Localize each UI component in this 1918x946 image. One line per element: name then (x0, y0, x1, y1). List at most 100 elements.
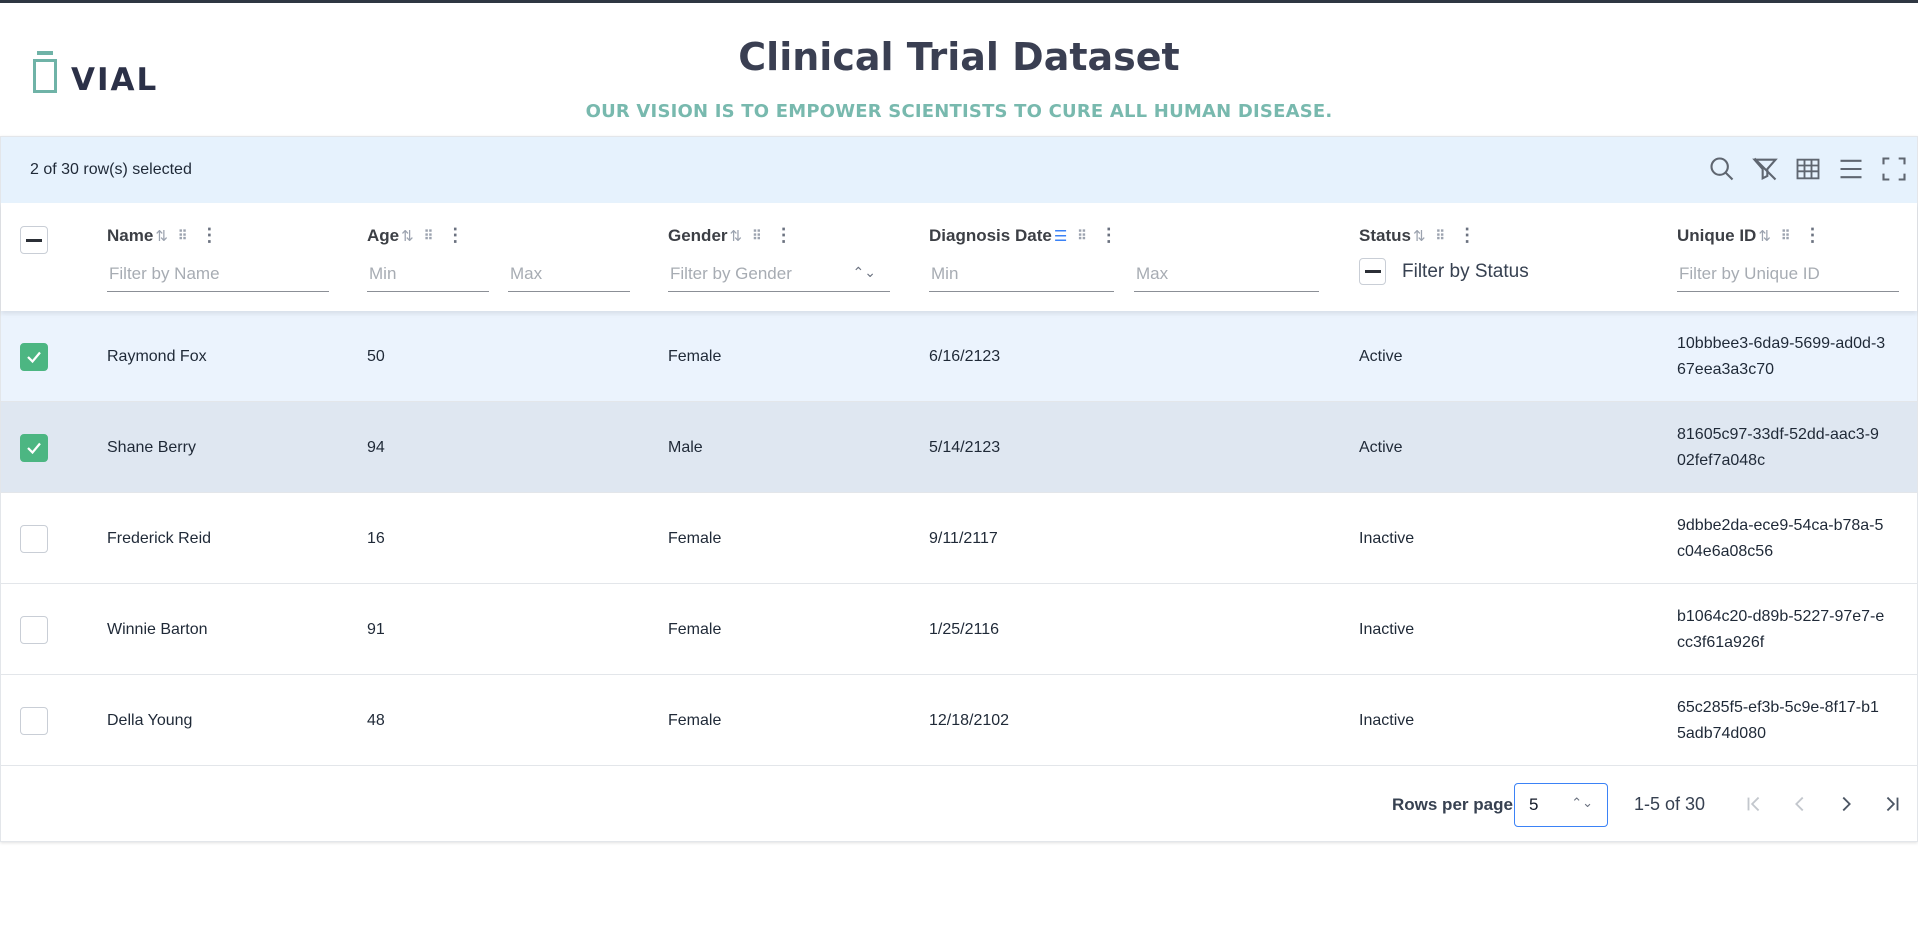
cell-gender: Female (668, 529, 722, 547)
column-diagnosis-date: Diagnosis Date ☰ ⠿ ⋮ Min Max (929, 203, 1324, 311)
cell-diagnosis-date: 12/18/2102 (929, 711, 1010, 729)
column-header-name[interactable]: Name (107, 226, 153, 246)
row-checkbox[interactable] (20, 342, 48, 371)
cell-diagnosis-date: 6/16/2123 (929, 347, 1001, 365)
page-header: VIAL Clinical Trial Dataset OUR VISION I… (0, 3, 1918, 135)
cell-name: Raymond Fox (107, 347, 207, 365)
first-page-icon[interactable] (1739, 789, 1769, 819)
column-header-gender[interactable]: Gender (668, 226, 728, 246)
select-all-column (20, 203, 60, 311)
data-table: 2 of 30 row(s) selected Name ⇅ ⠿ ⋮ Filte… (0, 136, 1918, 842)
cell-name: Frederick Reid (107, 529, 212, 547)
sort-desc-icon[interactable]: ☰ (1054, 227, 1067, 245)
name-filter-input[interactable]: Filter by Name (107, 258, 329, 292)
row-checkbox[interactable] (20, 615, 48, 644)
previous-page-icon[interactable] (1785, 789, 1815, 819)
cell-unique-id: 65c285f5-ef3b-5c9e-8f17-b15adb74d080 (1677, 699, 1879, 742)
rows-per-page-label: Rows per page (1392, 795, 1513, 814)
sort-icon[interactable]: ⇅ (1413, 227, 1426, 245)
cell-name: Winnie Barton (107, 620, 208, 638)
drag-handle-icon[interactable]: ⠿ (1781, 228, 1790, 244)
cell-gender: Female (668, 347, 722, 365)
column-header-age[interactable]: Age (367, 226, 399, 246)
cell-unique-id: b1064c20-d89b-5227-97e7-ecc3f61a926f (1677, 608, 1885, 651)
search-icon[interactable] (1707, 154, 1737, 184)
column-unique-id: Unique ID ⇅ ⠿ ⋮ Filter by Unique ID (1677, 203, 1902, 311)
table-footer: Rows per page 5 ⌃⌄ 1-5 of 30 (1, 771, 1917, 841)
column-menu-icon[interactable]: ⋮ (775, 225, 793, 246)
table-row[interactable]: Shane Berry 94 Male 5/14/2123 Active 816… (1, 402, 1917, 493)
status-filter-checkbox[interactable] (1359, 258, 1386, 285)
column-menu-icon[interactable]: ⋮ (1458, 225, 1476, 246)
density-icon[interactable] (1836, 154, 1866, 184)
cell-unique-id: 9dbbe2da-ece9-54ca-b78a-5c04e6a08c56 (1677, 517, 1884, 560)
column-header-status[interactable]: Status (1359, 226, 1411, 246)
next-page-icon[interactable] (1831, 789, 1861, 819)
cell-status: Inactive (1359, 529, 1415, 547)
drag-handle-icon[interactable]: ⠿ (424, 228, 433, 244)
cell-unique-id: 81605c97-33df-52dd-aac3-902fef7a048c (1677, 426, 1879, 469)
sort-icon[interactable]: ⇅ (155, 227, 168, 245)
drag-handle-icon[interactable]: ⠿ (1436, 228, 1445, 244)
column-header-unique-id[interactable]: Unique ID (1677, 226, 1756, 246)
gender-filter-placeholder: Filter by Gender (670, 264, 792, 283)
row-checkbox[interactable] (20, 706, 48, 735)
drag-handle-icon[interactable]: ⠿ (178, 228, 187, 244)
cell-status: Inactive (1359, 711, 1415, 729)
column-menu-icon[interactable]: ⋮ (446, 225, 464, 246)
row-checkbox[interactable] (20, 524, 48, 553)
table-row[interactable]: Della Young 48 Female 12/18/2102 Inactiv… (1, 675, 1917, 766)
cell-status: Active (1359, 347, 1403, 365)
cell-diagnosis-date: 1/25/2116 (929, 620, 999, 638)
table-row[interactable]: Raymond Fox 50 Female 6/16/2123 Active 1… (1, 311, 1917, 402)
diagnosis-min-input[interactable]: Min (929, 258, 1114, 292)
column-status: Status ⇅ ⠿ ⋮ Filter by Status (1359, 203, 1619, 311)
column-header-diagnosis-date[interactable]: Diagnosis Date (929, 226, 1052, 246)
age-min-input[interactable]: Min (367, 258, 489, 292)
cell-name: Della Young (107, 711, 193, 729)
column-menu-icon[interactable]: ⋮ (1803, 225, 1821, 246)
sort-icon[interactable]: ⇅ (730, 227, 743, 245)
cell-diagnosis-date: 5/14/2123 (929, 438, 1001, 456)
table-row[interactable]: Frederick Reid 16 Female 9/11/2117 Inact… (1, 493, 1917, 584)
column-menu-icon[interactable]: ⋮ (1100, 225, 1118, 246)
column-menu-icon[interactable]: ⋮ (200, 225, 218, 246)
drag-handle-icon[interactable]: ⠿ (1077, 228, 1086, 244)
fullscreen-icon[interactable] (1879, 154, 1909, 184)
last-page-icon[interactable] (1877, 789, 1907, 819)
rows-per-page-select[interactable]: 5 ⌃⌄ (1514, 783, 1608, 827)
gender-filter-select[interactable]: Filter by Gender ⌃⌄ (668, 258, 890, 292)
unique-id-filter-input[interactable]: Filter by Unique ID (1677, 258, 1899, 292)
cell-unique-id: 10bbbee3-6da9-5699-ad0d-367eea3a3c70 (1677, 335, 1886, 378)
sort-icon[interactable]: ⇅ (1758, 227, 1771, 245)
diagnosis-max-input[interactable]: Max (1134, 258, 1319, 292)
page-title: Clinical Trial Dataset (738, 35, 1180, 79)
row-checkbox[interactable] (20, 433, 48, 462)
select-chevron-icon: ⌃⌄ (852, 264, 876, 280)
status-filter-label: Filter by Status (1402, 260, 1529, 282)
column-name: Name ⇅ ⠿ ⋮ Filter by Name (107, 203, 332, 311)
sort-icon[interactable]: ⇅ (401, 227, 414, 245)
column-age: Age ⇅ ⠿ ⋮ Min Max (367, 203, 632, 311)
pagination-range: 1-5 of 30 (1634, 794, 1706, 814)
cell-age: 94 (367, 438, 385, 456)
cell-age: 50 (367, 347, 385, 365)
cell-status: Active (1359, 438, 1403, 456)
cell-gender: Female (668, 711, 722, 729)
table-header: Name ⇅ ⠿ ⋮ Filter by Name Age ⇅ ⠿ ⋮ Min … (1, 203, 1917, 311)
status-filter[interactable]: Filter by Status (1359, 258, 1529, 285)
table-row[interactable]: Winnie Barton 91 Female 1/25/2116 Inacti… (1, 584, 1917, 675)
filter-off-icon[interactable] (1750, 154, 1780, 184)
drag-handle-icon[interactable]: ⠿ (752, 228, 761, 244)
rows-per-page-value: 5 (1529, 795, 1539, 814)
columns-icon[interactable] (1793, 154, 1823, 184)
selection-count: 2 of 30 row(s) selected (30, 161, 192, 178)
age-max-input[interactable]: Max (508, 258, 630, 292)
cell-age: 91 (367, 620, 385, 638)
select-chevron-icon: ⌃⌄ (1571, 795, 1593, 810)
select-all-checkbox[interactable] (20, 226, 48, 254)
table-toolbar: 2 of 30 row(s) selected (1, 137, 1917, 203)
cell-name: Shane Berry (107, 438, 196, 456)
cell-diagnosis-date: 9/11/2117 (929, 529, 998, 547)
cell-gender: Male (668, 438, 703, 456)
